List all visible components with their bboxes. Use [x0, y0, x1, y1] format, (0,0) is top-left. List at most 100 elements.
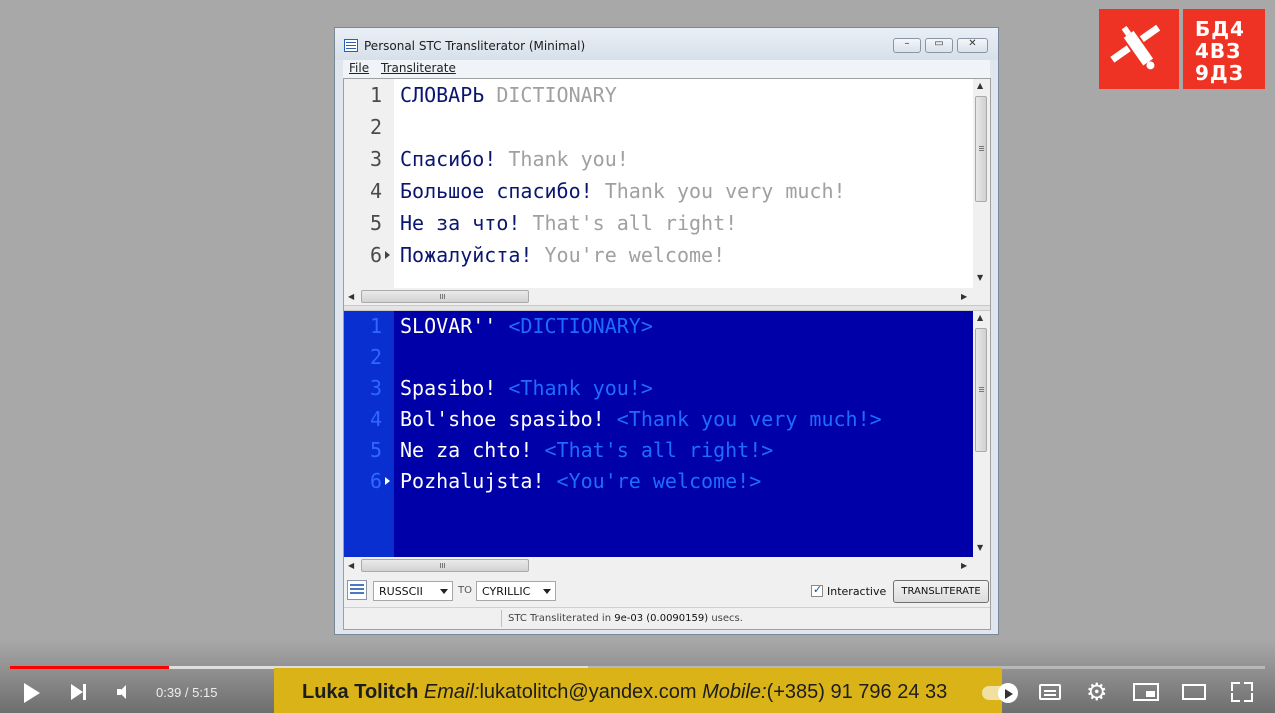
input-vertical-scrollbar[interactable]: ▲ ▼: [973, 79, 990, 288]
output-horizontal-scrollbar[interactable]: ◀ ▶: [344, 557, 973, 574]
input-line: 4 Большое спасибо! Thank you very much!: [344, 179, 974, 210]
line-number: 2: [369, 115, 382, 139]
line-number: 6: [369, 469, 382, 493]
theater-mode-icon[interactable]: [1182, 684, 1206, 700]
transliterated-text: Pozhalujsta!: [400, 469, 545, 493]
line-number: 5: [369, 438, 382, 462]
window-title: Personal STC Transliterator (Minimal): [364, 39, 586, 53]
scroll-thumb[interactable]: [361, 559, 529, 572]
transliterated-text: Spasibo!: [400, 376, 497, 400]
input-line: 3 Спасибо! Thank you!: [344, 147, 974, 178]
banner-text: Luka Tolitch Email:lukatolitch@yandex.co…: [302, 681, 947, 704]
source-encoding-value: RUSSCII: [379, 585, 423, 598]
russian-text: Пожалуйста!: [400, 243, 533, 267]
output-line: 6 Pozhalujsta! <You're welcome!>: [344, 469, 974, 500]
transliterate-button[interactable]: TRANSLITERATE: [893, 580, 989, 603]
time-display: 0:39 / 5:15: [156, 685, 218, 700]
transliterator-window: Personal STC Transliterator (Minimal) – …: [334, 27, 999, 635]
interactive-checkbox[interactable]: [811, 583, 823, 597]
interactive-label[interactable]: Interactive: [827, 585, 886, 598]
english-text: You're welcome!: [544, 243, 726, 267]
english-text: Thank you!: [508, 147, 629, 171]
table-icon[interactable]: [347, 580, 367, 600]
minimize-button[interactable]: –: [893, 38, 921, 53]
fullscreen-icon[interactable]: [1231, 682, 1253, 702]
miniplayer-icon[interactable]: [1133, 683, 1159, 701]
play-icon[interactable]: [24, 683, 40, 703]
scroll-thumb[interactable]: [975, 328, 987, 452]
english-text: <Thank you!>: [508, 376, 653, 400]
status-prefix: STC Transliterated in: [508, 613, 612, 624]
input-line: 5 Не за что! That's all right!: [344, 211, 974, 242]
russian-text: Большое спасибо!: [400, 179, 593, 203]
close-icon: ✕: [968, 38, 977, 49]
line-number: 6: [369, 243, 382, 267]
scroll-left-arrow-icon[interactable]: ◀: [348, 561, 354, 570]
current-line-marker-icon: [385, 477, 390, 485]
line-number: 4: [369, 407, 382, 431]
transliterated-text: Ne za chto!: [400, 438, 533, 462]
chevron-down-icon: [440, 589, 448, 594]
channel-logo-text: БД4 4ВЗ 9ДЗ: [1183, 9, 1265, 89]
contact-banner: Luka Tolitch Email:lukatolitch@yandex.co…: [274, 668, 1002, 713]
line-number: 2: [369, 345, 382, 369]
output-line: 4 Bol'shoe spasibo! <Thank you very much…: [344, 407, 974, 438]
minimize-icon: –: [904, 38, 910, 49]
output-line: 2: [344, 345, 974, 376]
english-text: DICTIONARY: [496, 83, 617, 107]
editor-area: 1 СЛОВАРЬ DICTIONARY 2 3 Спасибо! Thank …: [343, 78, 991, 630]
current-line-marker-icon: [385, 251, 390, 259]
scroll-left-arrow-icon[interactable]: ◀: [348, 292, 354, 301]
menu-bar: File Transliterate: [343, 60, 990, 78]
output-editor[interactable]: 1 SLOVAR'' <DICTIONARY> 2 3 Spasibo! <Th…: [344, 311, 990, 557]
scroll-right-arrow-icon[interactable]: ▶: [961, 292, 967, 301]
english-text: <DICTIONARY>: [508, 314, 653, 338]
target-encoding-select[interactable]: CYRILLIC: [476, 581, 556, 601]
input-line: 6 Пожалуйста! You're welcome!: [344, 243, 974, 274]
line-number: 3: [369, 147, 382, 171]
english-text: That's all right!: [532, 211, 738, 235]
app-icon: [344, 39, 358, 52]
output-line: 1 SLOVAR'' <DICTIONARY>: [344, 314, 974, 345]
progress-played: [10, 666, 169, 669]
line-number: 5: [369, 211, 382, 235]
maximize-button[interactable]: ▭: [925, 38, 953, 53]
maximize-icon: ▭: [934, 38, 944, 49]
close-button[interactable]: ✕: [957, 38, 988, 53]
status-time: 9e-03 (0.0090159): [614, 613, 709, 624]
input-editor[interactable]: 1 СЛОВАРЬ DICTIONARY 2 3 Спасибо! Thank …: [344, 79, 990, 288]
output-vertical-scrollbar[interactable]: ▲ ▼: [973, 311, 990, 557]
scroll-thumb[interactable]: [975, 96, 987, 202]
source-encoding-select[interactable]: RUSSCII: [373, 581, 453, 601]
email-value: lukatolitch@yandex.com: [479, 681, 697, 703]
scroll-thumb[interactable]: [361, 290, 529, 303]
english-text: <Thank you very much!>: [616, 407, 882, 431]
next-icon[interactable]: [71, 684, 86, 700]
russian-text: СЛОВАРЬ: [400, 83, 485, 107]
input-line: 2: [344, 115, 974, 146]
line-number: 1: [369, 83, 382, 107]
author-name: Luka Tolitch: [302, 681, 419, 703]
scroll-down-arrow-icon[interactable]: ▼: [977, 543, 983, 552]
subtitles-icon[interactable]: [1039, 684, 1061, 700]
menu-transliterate[interactable]: Transliterate: [381, 61, 456, 75]
scroll-down-arrow-icon[interactable]: ▼: [977, 273, 983, 282]
status-unit: usecs.: [711, 613, 743, 624]
gear-icon[interactable]: ⚙: [1086, 680, 1108, 704]
input-horizontal-scrollbar[interactable]: ◀ ▶: [344, 288, 973, 305]
autoplay-play-icon: [1005, 689, 1013, 699]
volume-icon[interactable]: [117, 685, 126, 699]
scroll-up-arrow-icon[interactable]: ▲: [977, 81, 983, 90]
status-bar: STC Transliterated in 9e-03 (0.0090159) …: [344, 607, 990, 629]
window-titlebar[interactable]: Personal STC Transliterator (Minimal) – …: [335, 28, 998, 60]
scroll-right-arrow-icon[interactable]: ▶: [961, 561, 967, 570]
menu-file[interactable]: File: [349, 61, 369, 75]
mobile-value: (+385) 91 796 24 33: [766, 681, 948, 703]
chevron-down-icon: [543, 589, 551, 594]
russian-text: Не за что!: [400, 211, 521, 235]
english-text: Thank you very much!: [604, 179, 846, 203]
line-number: 4: [369, 179, 382, 203]
bottom-toolbar: RUSSCII TO CYRILLIC Interactive TRANSLIT…: [344, 576, 990, 606]
scroll-up-arrow-icon[interactable]: ▲: [977, 313, 983, 322]
english-text: <You're welcome!>: [556, 469, 762, 493]
